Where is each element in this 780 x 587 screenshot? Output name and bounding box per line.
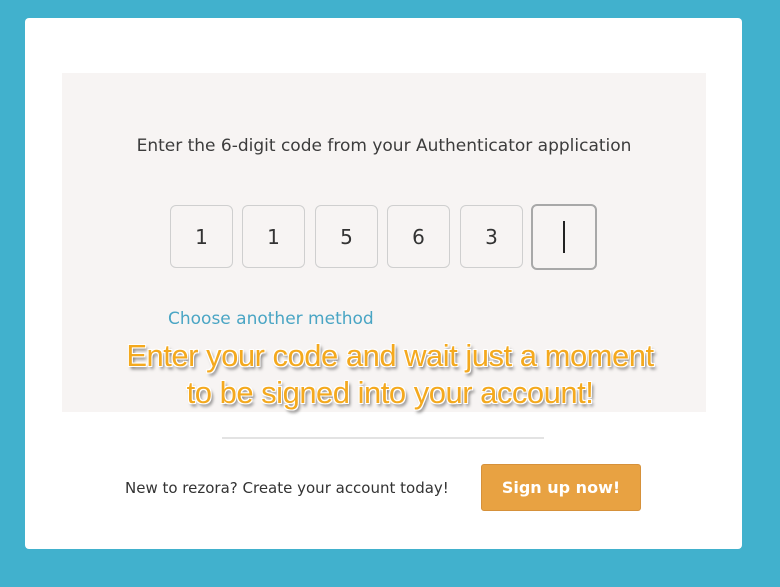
code-digit-6[interactable] <box>531 204 597 270</box>
choose-another-method-link[interactable]: Choose another method <box>168 309 374 329</box>
login-card: Enter the 6-digit code from your Authent… <box>25 18 742 549</box>
code-digit-2[interactable]: 1 <box>242 205 305 268</box>
code-digit-4[interactable]: 6 <box>387 205 450 268</box>
sign-up-button[interactable]: Sign up now! <box>481 464 641 511</box>
overlay-line-1: Enter your code and wait just a moment <box>126 338 654 373</box>
text-caret <box>563 221 565 253</box>
code-digit-5[interactable]: 3 <box>460 205 523 268</box>
divider <box>222 437 544 439</box>
code-digit-1[interactable]: 1 <box>170 205 233 268</box>
code-instruction: Enter the 6-digit code from your Authent… <box>136 136 632 156</box>
overlay-line-2: to be signed into your account! <box>186 375 594 410</box>
tutorial-overlay-caption: Enter your code and wait just a moment t… <box>0 337 780 411</box>
signup-prompt: New to rezora? Create your account today… <box>125 479 449 497</box>
code-digit-3[interactable]: 5 <box>315 205 378 268</box>
